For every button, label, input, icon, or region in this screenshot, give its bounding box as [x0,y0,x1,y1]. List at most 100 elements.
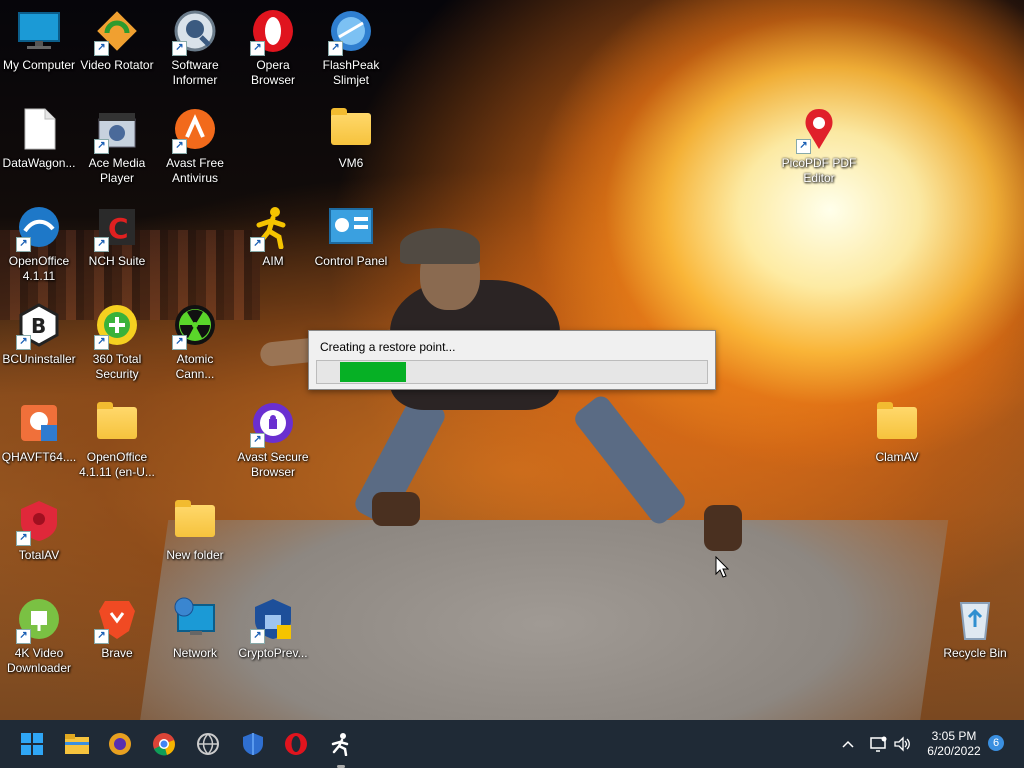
desktop-icon-clamav[interactable]: ClamAV [858,394,936,486]
taskbar-network-app[interactable] [192,728,224,760]
shortcut-arrow-icon: ↗ [16,629,31,644]
shortcut-arrow-icon: ↗ [250,237,265,252]
desktop-icon-openoffice[interactable]: ↗ OpenOffice 4.1.11 [0,198,78,290]
shortcut-arrow-icon: ↗ [172,139,187,154]
taskbar-opera[interactable] [280,728,312,760]
file-explorer-icon [65,734,89,754]
icon-label: FlashPeak Slimjet [322,58,380,87]
icon-label: Video Rotator [80,58,154,72]
start-icon [21,733,43,755]
shortcut-arrow-icon: ↗ [16,335,31,350]
slimjet-icon: ↗ [328,8,374,56]
icon-label: 4K Video Downloader [6,646,72,675]
desktop-icon-4k-video-downloader[interactable]: ↗ 4K Video Downloader [0,590,78,682]
taskbar-clock[interactable]: 3:05 PM 6/20/2022 [922,729,986,759]
recycle-bin-icon [952,596,998,642]
desktop-icon-new-folder[interactable]: New folder [156,492,234,584]
shield-icon [243,733,263,755]
icon-label: Control Panel [314,254,388,268]
desktop-icon-video-rotator[interactable]: ↗ Video Rotator [78,2,156,94]
desktop-icon-cryptoprevent[interactable]: ↗ CryptoPrev... [234,590,312,682]
blank-file-icon [16,106,62,152]
taskbar-aim[interactable] [325,728,357,760]
cryptoprevent-icon: ↗ [250,596,296,644]
desktop-icon-bcuninstaller[interactable]: B ↗ BCUninstaller [0,296,78,388]
control-panel-icon [328,204,374,250]
network-globe-icon [197,733,219,756]
clock-time: 3:05 PM [931,729,977,743]
folder-icon [874,400,920,446]
desktop-icon-software-informer[interactable]: ↗ Software Informer [156,2,234,94]
tray-show-hidden-icons[interactable] [840,720,856,768]
shortcut-arrow-icon: ↗ [172,335,187,350]
icon-label: My Computer [2,58,76,72]
desktop-icon-openoffice-folder[interactable]: OpenOffice 4.1.11 (en-U... [78,394,156,486]
icon-label: DataWagon... [2,156,76,170]
icon-label: Avast Free Antivirus [166,156,224,185]
video-rotator-icon: ↗ [94,8,140,56]
desktop-icon-flashpeak-slimjet[interactable]: ↗ FlashPeak Slimjet [312,2,390,94]
icon-label: Recycle Bin [943,646,1007,660]
svg-text:B: B [31,314,46,338]
shortcut-arrow-icon: ↗ [250,433,265,448]
desktop-icon-datawagon[interactable]: DataWagon... [0,100,78,192]
folder-icon [328,106,374,152]
icon-label: CryptoPrev... [238,646,308,660]
chrome-icon [153,733,175,756]
shortcut-arrow-icon: ↗ [796,139,811,154]
folder-icon [94,400,140,446]
wallpaper-figure-leg [571,392,689,528]
nch-icon: C ↗ [94,204,140,252]
atomic-icon: ↗ [172,302,218,350]
start-button[interactable] [16,728,48,760]
speaker-icon [894,736,910,752]
taskbar-security-app[interactable] [237,728,269,760]
desktop-icon-picopdf[interactable]: ↗ PicoPDF PDF Editor [780,100,858,192]
icon-label: OpenOffice 4.1.11 [8,254,70,283]
bcuninstaller-icon: B ↗ [16,302,62,350]
icon-label: Brave [101,646,133,660]
wallpaper-figure-boot [372,492,420,526]
desktop-icon-qhavft64[interactable]: QHAVFT64.... [0,394,78,486]
taskbar: 3:05 PM 6/20/2022 [0,720,1024,768]
desktop-icon-brave[interactable]: ↗ Brave [78,590,156,682]
360-security-icon: ↗ [94,302,140,350]
desktop-icon-aim[interactable]: ↗ AIM [234,198,312,290]
desktop-icon-avast-free-antivirus[interactable]: ↗ Avast Free Antivirus [156,100,234,192]
clock-date: 6/20/2022 [927,744,981,758]
desktop-icon-network[interactable]: Network [156,590,234,682]
icon-label: Opera Browser [250,58,295,87]
ace-media-icon: ↗ [94,106,140,154]
desktop-icon-avast-secure-browser[interactable]: ↗ Avast Secure Browser [234,394,312,486]
icon-label: QHAVFT64.... [1,450,77,464]
desktop-icon-atomic-cann[interactable]: ↗ Atomic Cann... [156,296,234,388]
icon-label: Network [172,646,217,660]
desktop-icon-ace-media-player[interactable]: ↗ Ace Media Player [78,100,156,192]
shortcut-arrow-icon: ↗ [172,41,187,56]
tray-volume[interactable] [893,720,911,768]
4k-downloader-icon: ↗ [16,596,62,644]
shortcut-arrow-icon: ↗ [94,629,109,644]
taskbar-avast-secure-browser[interactable] [104,728,136,760]
desktop-icon-control-panel[interactable]: Control Panel [312,198,390,290]
aim-icon: ↗ [250,204,296,252]
desktop-icon-recycle-bin[interactable]: Recycle Bin [936,590,1014,682]
desktop-icon-vm6[interactable]: VM6 [312,100,390,192]
desktop-icon-totalav[interactable]: ↗ TotalAV [0,492,78,584]
icon-label: Ace Media Player [88,156,146,185]
desktop-icon-360-total-security[interactable]: ↗ 360 Total Security [78,296,156,388]
tray-network-status[interactable] [869,720,887,768]
icon-label: Avast Secure Browser [237,450,309,479]
desktop-icon-my-computer[interactable]: My Computer [0,2,78,94]
folder-icon [172,498,218,544]
mouse-cursor-icon [715,555,730,583]
notification-count-badge[interactable]: 6 [988,735,1004,751]
taskbar-file-explorer[interactable] [61,728,93,760]
taskbar-chrome[interactable] [148,728,180,760]
shortcut-arrow-icon: ↗ [250,629,265,644]
network-icon [172,596,218,642]
qhavft-icon [16,400,62,446]
icon-label: 360 Total Security [92,352,142,381]
desktop-icon-opera-browser[interactable]: ↗ Opera Browser [234,2,312,94]
desktop-icon-nch-suite[interactable]: C ↗ NCH Suite [78,198,156,290]
